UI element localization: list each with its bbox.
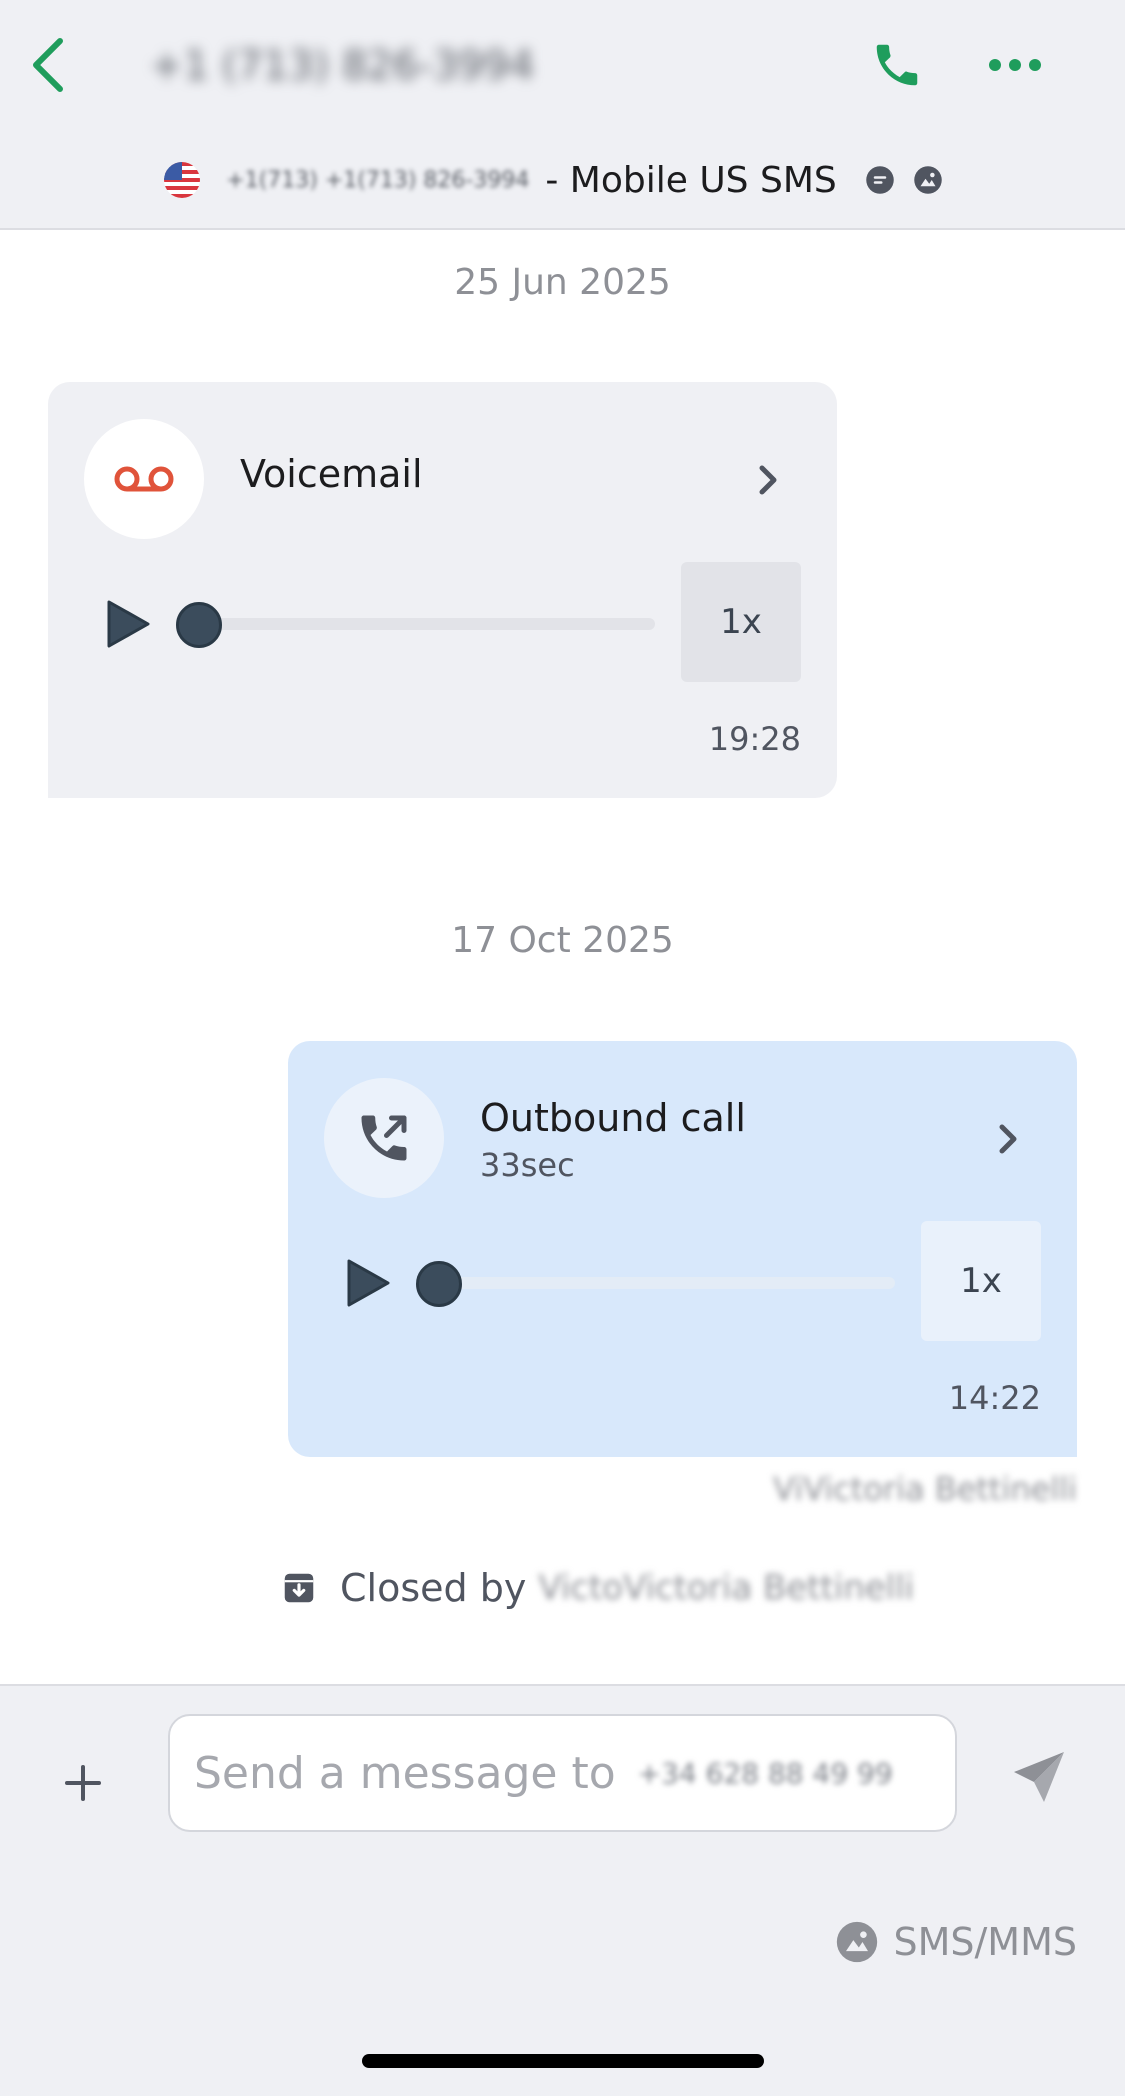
closed-by-status: Closed by VictoVictoria Bettinelli bbox=[280, 1560, 914, 1616]
outbound-call-message[interactable]: Outbound call 33sec 1x 14:22 bbox=[288, 1041, 1077, 1457]
archive-icon bbox=[284, 1573, 314, 1603]
outbound-call-icon-circle bbox=[324, 1078, 444, 1198]
play-icon bbox=[107, 600, 150, 648]
outbound-call-title: Outbound call bbox=[480, 1096, 746, 1140]
closed-by-agent-name: VictoVictoria Bettinelli bbox=[538, 1568, 915, 1608]
outbound-call-progress-handle[interactable] bbox=[416, 1261, 462, 1307]
date-separator: 17 Oct 2025 bbox=[451, 920, 674, 961]
voicemail-speed-button[interactable]: 1x bbox=[681, 562, 801, 682]
outbound-call-progress-track[interactable] bbox=[423, 1277, 895, 1289]
channel-label: - Mobile US SMS bbox=[545, 159, 837, 201]
voicemail-progress-track[interactable] bbox=[183, 618, 655, 630]
message-composer: Send a message to +34 628 88 49 99 SMS/M… bbox=[0, 1684, 1125, 2096]
back-button[interactable] bbox=[18, 30, 78, 100]
voicemail-details-button[interactable] bbox=[748, 452, 788, 508]
voicemail-icon bbox=[114, 466, 174, 492]
channel-subheader[interactable]: +1(713) +1(713) 826-3994 - Mobile US SMS bbox=[0, 145, 1125, 215]
chevron-right-icon bbox=[759, 465, 777, 495]
home-indicator[interactable] bbox=[362, 2054, 764, 2068]
chevron-right-icon bbox=[999, 1124, 1017, 1154]
more-options-button[interactable] bbox=[980, 30, 1050, 100]
voicemail-title: Voicemail bbox=[240, 452, 423, 496]
more-horizontal-icon bbox=[989, 59, 1041, 71]
chevron-left-icon bbox=[33, 38, 63, 92]
outbound-call-speed-button[interactable]: 1x bbox=[921, 1221, 1041, 1341]
phone-icon bbox=[876, 44, 918, 86]
send-button[interactable] bbox=[1004, 1742, 1074, 1812]
sub-phone-number: +1(713) +1(713) 826-3994 bbox=[226, 167, 530, 193]
message-input[interactable]: Send a message to +34 628 88 49 99 bbox=[168, 1714, 957, 1832]
channel-selector-label: SMS/MMS bbox=[893, 1920, 1077, 1964]
add-attachment-button[interactable] bbox=[48, 1748, 118, 1818]
send-icon bbox=[1014, 1752, 1064, 1802]
outbound-call-play-button[interactable] bbox=[338, 1253, 398, 1313]
date-separator: 25 Jun 2025 bbox=[454, 262, 671, 303]
conversation-header: +1 (713) 826-3994 +1(713) +1(713) 826-39… bbox=[0, 0, 1125, 230]
mms-icon bbox=[913, 165, 943, 195]
us-flag-icon bbox=[164, 162, 201, 198]
voicemail-timestamp: 19:28 bbox=[708, 720, 801, 758]
message-input-placeholder: Send a message to bbox=[194, 1747, 616, 1799]
sms-icon bbox=[865, 165, 895, 195]
voicemail-message[interactable]: Voicemail 1x 19:28 bbox=[48, 382, 837, 798]
play-icon bbox=[347, 1259, 390, 1307]
voicemail-progress-handle[interactable] bbox=[176, 602, 222, 648]
outbound-call-duration: 33sec bbox=[480, 1146, 575, 1184]
closed-by-label: Closed by bbox=[340, 1566, 527, 1610]
recipient-number: +34 628 88 49 99 bbox=[637, 1756, 893, 1790]
outbound-call-timestamp: 14:22 bbox=[948, 1379, 1041, 1417]
contact-name[interactable]: +1 (713) 826-3994 bbox=[150, 38, 535, 94]
mms-icon bbox=[837, 1921, 878, 1963]
voicemail-icon-circle bbox=[84, 419, 204, 539]
channel-selector[interactable]: SMS/MMS bbox=[835, 1914, 1077, 1970]
outbound-call-details-button[interactable] bbox=[988, 1111, 1028, 1167]
plus-icon bbox=[65, 1765, 101, 1801]
sender-agent-name: ViVictoria Bettinelli bbox=[773, 1470, 1077, 1508]
outgoing-call-icon bbox=[361, 1115, 407, 1161]
voicemail-play-button[interactable] bbox=[98, 594, 158, 654]
call-button[interactable] bbox=[862, 30, 932, 100]
